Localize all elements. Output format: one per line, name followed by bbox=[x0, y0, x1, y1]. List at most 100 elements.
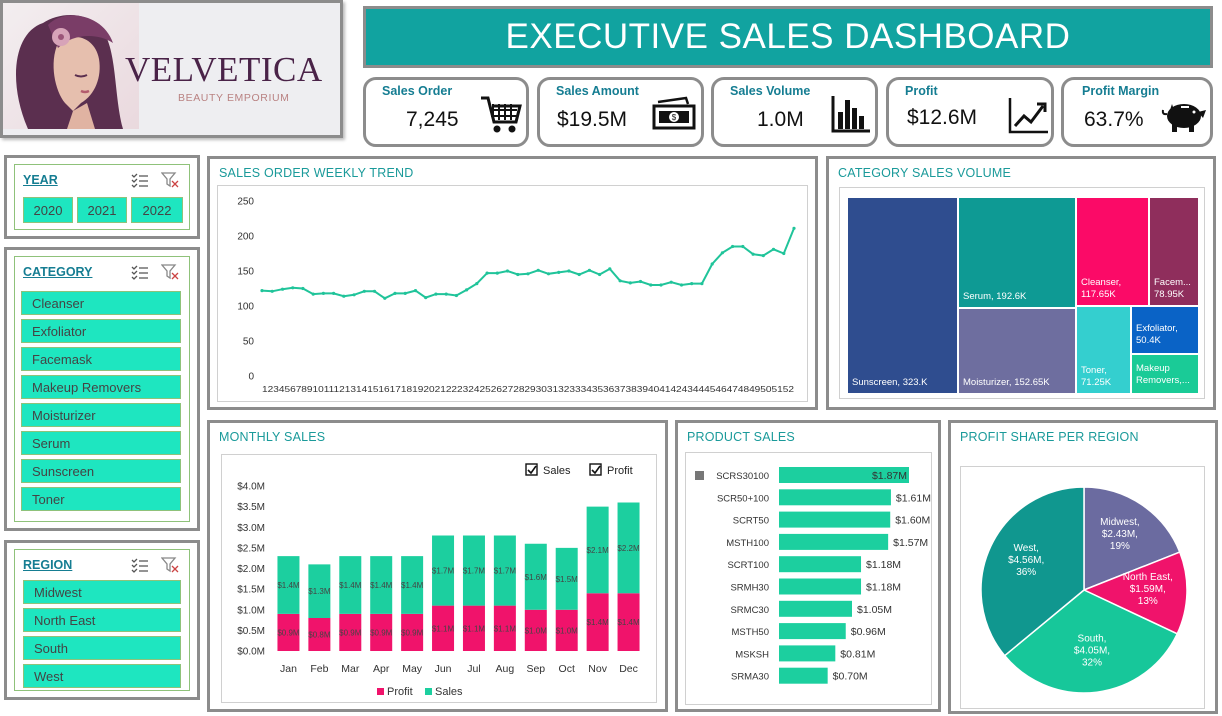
slicer-item-exfoliator[interactable]: Exfoliator bbox=[21, 319, 181, 343]
slicer-item-cleanser[interactable]: Cleanser bbox=[21, 291, 181, 315]
pie-data-label: $1.59M, bbox=[1130, 584, 1166, 595]
x-tick-label: Nov bbox=[588, 663, 607, 675]
product-bar bbox=[779, 623, 846, 640]
weekly-trend-point bbox=[383, 296, 387, 300]
slicer-item-serum[interactable]: Serum bbox=[21, 431, 181, 455]
monthly-sales-title: MONTHLY SALES bbox=[219, 430, 326, 444]
slicer-frame: CATEGORY Cleanser Exfoliator Facemask Ma… bbox=[14, 256, 190, 522]
multi-select-icon[interactable] bbox=[131, 264, 149, 285]
treemap-tile-makeup-removers[interactable]: Makeup Removers,... bbox=[1132, 355, 1198, 393]
product-data-label: $1.60M bbox=[895, 515, 930, 527]
y-tick-label: $3.5M bbox=[237, 502, 265, 513]
clear-filter-icon[interactable] bbox=[160, 264, 179, 285]
product-data-label: $1.05M bbox=[857, 604, 892, 616]
slicer-item-midwest[interactable]: Midwest bbox=[23, 580, 181, 604]
slicer-item-makeup-removers[interactable]: Makeup Removers bbox=[21, 375, 181, 399]
slicer-item-2021[interactable]: 2021 bbox=[77, 197, 127, 223]
shopping-cart-icon bbox=[479, 92, 523, 141]
kpi-value: $19.5M bbox=[557, 108, 628, 131]
slicer-item-2020[interactable]: 2020 bbox=[23, 197, 73, 223]
product-category-label: MSKSH bbox=[735, 649, 769, 660]
weekly-trend-point bbox=[526, 272, 530, 276]
slicer-item-moisturizer[interactable]: Moisturizer bbox=[21, 403, 181, 427]
slicer-item-2022[interactable]: 2022 bbox=[131, 197, 183, 223]
profit-data-label: $1.0M bbox=[525, 626, 548, 635]
product-data-label: $1.18M bbox=[866, 582, 901, 594]
clear-filter-icon[interactable] bbox=[160, 172, 179, 193]
sales-data-label: $1.6M bbox=[525, 573, 548, 582]
slicer-item-south[interactable]: South bbox=[23, 636, 181, 660]
weekly-trend-point bbox=[362, 289, 366, 293]
weekly-trend-point bbox=[444, 292, 448, 296]
y-tick-label: 100 bbox=[237, 302, 254, 313]
pie-data-label: 32% bbox=[1082, 657, 1102, 668]
x-tick-label: Oct bbox=[559, 663, 575, 675]
product-bar bbox=[779, 511, 891, 528]
kpi-value: $12.6M bbox=[907, 106, 978, 129]
slicer-item-facemask[interactable]: Facemask bbox=[21, 347, 181, 371]
weekly-trend-point bbox=[618, 279, 622, 283]
weekly-trend-point bbox=[516, 272, 520, 277]
product-data-label: $0.81M bbox=[840, 648, 875, 660]
treemap-value: 78.95K bbox=[1154, 289, 1185, 300]
slicer-toolbar bbox=[131, 172, 179, 193]
slicer-item-sunscreen[interactable]: Sunscreen bbox=[21, 459, 181, 483]
weekly-trend-point bbox=[301, 286, 305, 291]
weekly-trend-point bbox=[311, 292, 315, 296]
x-tick-label: Feb bbox=[310, 663, 328, 675]
treemap-tile-exfoliator[interactable]: Exfoliator, 50.4K bbox=[1132, 307, 1198, 353]
weekly-trend-point bbox=[720, 251, 724, 255]
kpi-profit: Profit $12.6M bbox=[886, 77, 1054, 147]
slicer-item-toner[interactable]: Toner bbox=[21, 487, 181, 511]
product-bar bbox=[779, 533, 889, 550]
multi-select-icon[interactable] bbox=[131, 557, 149, 578]
weekly-trend-point bbox=[280, 287, 285, 291]
weekly-trend-point bbox=[291, 286, 295, 290]
treemap-tile-toner[interactable]: Toner, 71.25K bbox=[1077, 307, 1130, 393]
brand-subtitle: BEAUTY EMPORIUM bbox=[178, 92, 290, 104]
pie-data-label: $4.56M, bbox=[1008, 555, 1044, 566]
x-tick-label: Apr bbox=[373, 663, 390, 675]
weekly-trend-point bbox=[505, 269, 510, 273]
weekly-trend-point bbox=[475, 282, 479, 286]
treemap-tile-sunscreen[interactable]: Sunscreen, 323.K bbox=[848, 198, 957, 393]
clear-filter-icon[interactable] bbox=[160, 557, 179, 578]
kpi-sales-order: Sales Order 7,245 bbox=[363, 77, 529, 147]
x-tick-label: Dec bbox=[619, 663, 638, 675]
product-category-label: SCRS30100 bbox=[716, 471, 769, 482]
weekly-trend-point bbox=[679, 283, 684, 287]
slicer-item-north-east[interactable]: North East bbox=[23, 608, 181, 632]
weekly-trend-point bbox=[669, 280, 673, 284]
pie-data-label: $4.05M, bbox=[1074, 645, 1110, 656]
slicer-frame: YEAR 2020 2021 2022 bbox=[14, 164, 190, 230]
weekly-trend-point bbox=[567, 269, 571, 273]
profit-data-label: $1.1M bbox=[494, 624, 517, 633]
y-tick-label: $2.5M bbox=[237, 543, 265, 554]
product-data-label: $0.96M bbox=[851, 626, 886, 638]
treemap-label: Exfoliator, 50.4K bbox=[1136, 323, 1178, 346]
pie-data-label: South, bbox=[1078, 633, 1107, 644]
treemap-tile-moisturizer[interactable]: Moisturizer, 152.65K bbox=[959, 309, 1075, 393]
product-data-label: $1.57M bbox=[893, 537, 928, 549]
series-checkbox-label: Sales bbox=[543, 465, 571, 477]
treemap-label: Toner, 71.25K bbox=[1081, 365, 1112, 388]
monthly-sales-chart: $0.0M $0.5M $1.0M $1.5M $2.0M $2.5M $3.0M $3.5M… bbox=[221, 454, 657, 703]
slicer-item-west[interactable]: West bbox=[23, 664, 181, 688]
weekly-trend-point bbox=[321, 291, 325, 295]
sales-data-label: $1.4M bbox=[277, 581, 300, 590]
weekly-trend-point bbox=[434, 292, 438, 296]
x-tick-label: Aug bbox=[496, 663, 515, 675]
weekly-trend-point bbox=[372, 289, 377, 293]
sales-data-label: $2.1M bbox=[587, 546, 610, 555]
multi-select-icon[interactable] bbox=[131, 172, 149, 193]
pie-data-label: 13% bbox=[1138, 596, 1158, 607]
weekly-trend-point bbox=[628, 281, 632, 285]
treemap-tile-facemask[interactable]: Facem... 78.95K bbox=[1150, 198, 1198, 305]
kpi-label: Profit bbox=[905, 84, 938, 98]
treemap-tile-serum[interactable]: Serum, 192.6K bbox=[959, 198, 1075, 307]
pie-data-label: North East, bbox=[1123, 572, 1173, 583]
weekly-trend-point bbox=[413, 289, 418, 293]
treemap-tile-cleanser[interactable]: Cleanser, 117.65K bbox=[1077, 198, 1148, 305]
weekly-trend-point bbox=[608, 267, 612, 271]
profit-data-label: $1.1M bbox=[432, 624, 455, 633]
